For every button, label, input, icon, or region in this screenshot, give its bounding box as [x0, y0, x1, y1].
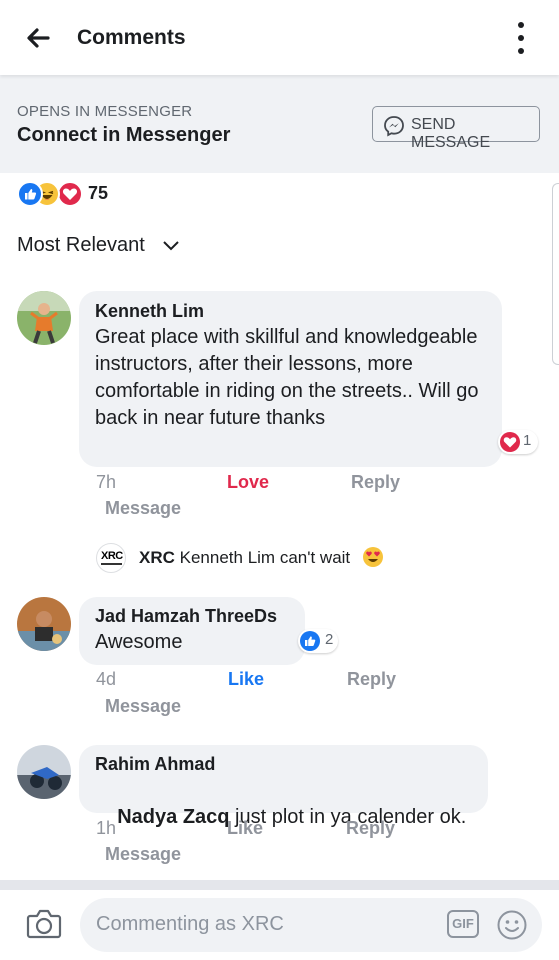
top-bar: Comments [0, 0, 559, 75]
gif-button[interactable]: GIF [447, 910, 479, 938]
page-reply-preview[interactable]: XRC Kenneth Lim can't wait [139, 548, 350, 568]
mention-link[interactable]: Nadya Zacq [117, 806, 229, 828]
reactions-count: 75 [88, 183, 109, 203]
sort-label: Most Relevant [17, 234, 145, 256]
page-reply-author: XRC [139, 548, 175, 567]
love-icon [57, 181, 83, 207]
like-action[interactable]: Like [228, 669, 264, 690]
reaction-count: 2 [325, 631, 334, 648]
message-button[interactable]: Message [105, 696, 181, 717]
reply-button[interactable]: Reply [347, 669, 396, 690]
comment-reaction-badge[interactable]: 2 [298, 629, 338, 653]
comment-bubble[interactable]: Kenneth Lim Great place with skillful an… [79, 291, 502, 467]
comment-bubble[interactable]: Jad Hamzah ThreeDs Awesome [79, 597, 305, 665]
comment-text: Great place with skillful and knowledgea… [95, 326, 479, 429]
comment-author[interactable]: Rahim Ahmad [95, 754, 472, 775]
like-icon [17, 181, 43, 207]
avatar[interactable] [17, 597, 71, 651]
messenger-icon [384, 116, 404, 137]
xrc-logo[interactable]: XRC [96, 543, 126, 573]
connect-in-messenger-label: Connect in Messenger [17, 124, 231, 146]
comment-reaction-badge[interactable]: 1 [498, 430, 538, 454]
send-message-button[interactable]: SEND MESSAGE [372, 106, 540, 151]
comment-time: 7h [96, 472, 117, 492]
sort-dropdown[interactable]: Most Relevant [17, 234, 179, 257]
comment-author[interactable]: Kenneth Lim [95, 301, 486, 322]
comment-time: 1h [96, 818, 117, 838]
comment-input-placeholder: Commenting as XRC [96, 913, 284, 935]
comment-text: Awesome [95, 631, 183, 653]
reply-button[interactable]: Reply [346, 818, 395, 839]
message-button[interactable]: Message [105, 498, 181, 519]
page-title: Comments [77, 26, 186, 49]
comment-input[interactable]: Commenting as XRC GIF [80, 898, 542, 952]
avatar[interactable] [17, 745, 71, 799]
send-message-label: SEND MESSAGE [411, 116, 491, 151]
back-arrow-icon[interactable] [22, 22, 54, 54]
reply-button[interactable]: Reply [351, 472, 400, 493]
chevron-down-icon [163, 241, 179, 251]
comment-author[interactable]: Jad Hamzah ThreeDs [95, 606, 289, 627]
message-button[interactable]: Message [105, 844, 181, 865]
avatar[interactable] [17, 291, 71, 345]
like-action[interactable]: Like [227, 818, 263, 839]
opens-in-messenger-label: OPENS IN MESSENGER [17, 103, 193, 120]
love-action[interactable]: Love [227, 472, 269, 493]
page-reply-text: Kenneth Lim can't wait [179, 548, 351, 567]
comment-bubble[interactable]: Rahim Ahmad Nadya Zacq just plot in ya c… [79, 745, 488, 828]
heart-eyes-emoji-icon [363, 547, 383, 567]
like-icon [300, 631, 320, 651]
camera-icon[interactable] [26, 908, 62, 940]
love-icon [500, 432, 520, 452]
scrollbar[interactable] [552, 183, 559, 365]
emoji-icon[interactable] [496, 909, 528, 941]
more-options-icon[interactable] [509, 20, 533, 56]
comment-time: 4d [96, 669, 117, 689]
divider [0, 880, 559, 890]
reaction-count: 1 [523, 432, 532, 449]
